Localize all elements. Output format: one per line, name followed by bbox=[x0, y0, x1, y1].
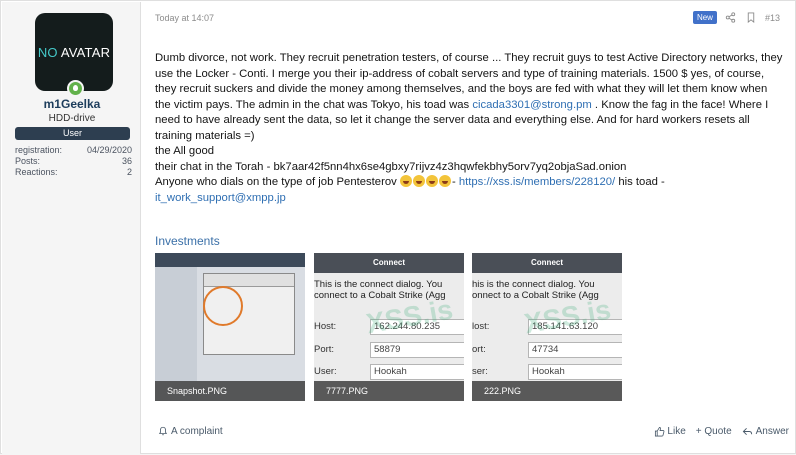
screenshot-sidebar bbox=[155, 267, 197, 381]
stat-value: 04/29/2020 bbox=[86, 145, 132, 155]
dialog-line: his is the connect dialog. You bbox=[472, 279, 595, 290]
stat-value: 36 bbox=[121, 156, 132, 166]
user-stats: registration: 04/29/2020 Posts: 36 Reactio… bbox=[15, 145, 132, 178]
post-actions: Like + Quote Answer bbox=[653, 425, 789, 437]
quote-label: + Quote bbox=[695, 425, 732, 437]
user-label: User: bbox=[314, 366, 337, 377]
profile-link[interactable]: https://xss.is/members/228120/ bbox=[459, 176, 615, 188]
like-label: Like bbox=[667, 425, 686, 437]
answer-button[interactable]: Answer bbox=[742, 425, 789, 437]
email-link[interactable]: cicada3301@strong.pm bbox=[472, 99, 591, 111]
alert-icon bbox=[157, 425, 169, 437]
like-button[interactable]: Like bbox=[653, 425, 686, 437]
quote-button[interactable]: + Quote bbox=[696, 425, 732, 437]
post-header-actions: New #13 bbox=[692, 11, 780, 24]
attachment-thumbnail[interactable]: Connect This is the connect dialog. You c… bbox=[314, 253, 464, 401]
stat-label: registration: bbox=[15, 145, 63, 155]
attachment-caption: 7777.PNG bbox=[314, 381, 464, 401]
thumbs-up-icon bbox=[653, 425, 665, 437]
avatar-text-no: NO bbox=[37, 44, 58, 60]
port-label: ort: bbox=[472, 344, 486, 355]
user-sidebar: NO AVATAR m1Geelka HDD-drive User regist… bbox=[2, 2, 141, 454]
host-label: lost: bbox=[472, 321, 490, 332]
post-card: NO AVATAR m1Geelka HDD-drive User regist… bbox=[0, 0, 796, 454]
complaint-link[interactable]: A complaint bbox=[157, 425, 223, 437]
message-text: his toad - bbox=[615, 176, 665, 188]
dialog-line: This is the connect dialog. You bbox=[314, 279, 443, 290]
email-link[interactable]: it_work_support@xmpp.jp bbox=[155, 192, 286, 204]
user-banner: User bbox=[15, 127, 130, 140]
attachments-heading: Investments bbox=[155, 234, 220, 248]
stat-registration: registration: 04/29/2020 bbox=[15, 145, 132, 156]
laughing-emoji-icon bbox=[425, 175, 438, 187]
share-icon[interactable] bbox=[725, 12, 737, 24]
post-date[interactable]: Today at 14:07 bbox=[155, 13, 214, 23]
host-label: Host: bbox=[314, 321, 337, 332]
username[interactable]: m1Geelka bbox=[2, 97, 142, 111]
screenshot-toolbar bbox=[155, 253, 305, 267]
attachment-thumbnail[interactable]: Connect his is the connect dialog. You on… bbox=[472, 253, 622, 401]
port-field: 58879 bbox=[370, 342, 464, 358]
post-message: Dumb divorce, not work. They recruit pen… bbox=[155, 51, 785, 206]
attachment-thumbnail[interactable]: Snapshot.PNG bbox=[155, 253, 305, 401]
message-line: their chat in the Torah - bk7aar42f5nn4h… bbox=[155, 160, 627, 173]
attachment-caption: 222.PNG bbox=[472, 381, 622, 401]
laughing-emoji-icon bbox=[399, 175, 412, 187]
new-badge: New bbox=[692, 11, 717, 24]
port-field: 47734 bbox=[528, 342, 622, 358]
laughing-emoji-icon bbox=[412, 175, 425, 187]
message-paragraph: Dumb divorce, not work. They recruit pen… bbox=[155, 51, 785, 144]
message-line: the All good bbox=[155, 145, 215, 157]
complaint-label: A complaint bbox=[171, 425, 223, 437]
message-line: Anyone who dials on the type of job Pent… bbox=[155, 175, 785, 206]
screenshot-dialog-bar bbox=[204, 274, 294, 287]
reply-icon bbox=[742, 425, 754, 437]
rofl-emoji-icon bbox=[438, 175, 451, 187]
online-status-icon bbox=[67, 80, 84, 97]
post-main: Today at 14:07 New #13 Dumb divorce, not… bbox=[155, 1, 789, 455]
user-field: Hookah bbox=[370, 364, 464, 380]
message-text: Anyone who dials on the type of job Pent… bbox=[155, 176, 400, 188]
highlight-circle bbox=[203, 286, 243, 326]
forum-post: NO AVATAR m1Geelka HDD-drive User regist… bbox=[0, 0, 796, 454]
stat-label: Posts: bbox=[15, 156, 41, 166]
message-text: - bbox=[451, 176, 459, 188]
answer-label: Answer bbox=[755, 425, 789, 437]
bookmark-icon[interactable] bbox=[745, 12, 757, 24]
port-label: Port: bbox=[314, 344, 335, 355]
attachment-caption: Snapshot.PNG bbox=[155, 381, 305, 401]
stat-reactions: Reactions: 2 bbox=[15, 167, 132, 178]
stat-value: 2 bbox=[126, 167, 132, 177]
dialog-title: Connect bbox=[472, 253, 622, 273]
stat-posts: Posts: 36 bbox=[15, 156, 132, 167]
post-number[interactable]: #13 bbox=[765, 13, 780, 23]
user-field: Hookah bbox=[528, 364, 622, 380]
user-title: HDD-drive bbox=[48, 113, 96, 124]
user-label: ser: bbox=[472, 366, 488, 377]
dialog-title: Connect bbox=[314, 253, 464, 273]
avatar-text-rest: AVATAR bbox=[57, 44, 111, 60]
stat-label: Reactions: bbox=[15, 167, 58, 177]
